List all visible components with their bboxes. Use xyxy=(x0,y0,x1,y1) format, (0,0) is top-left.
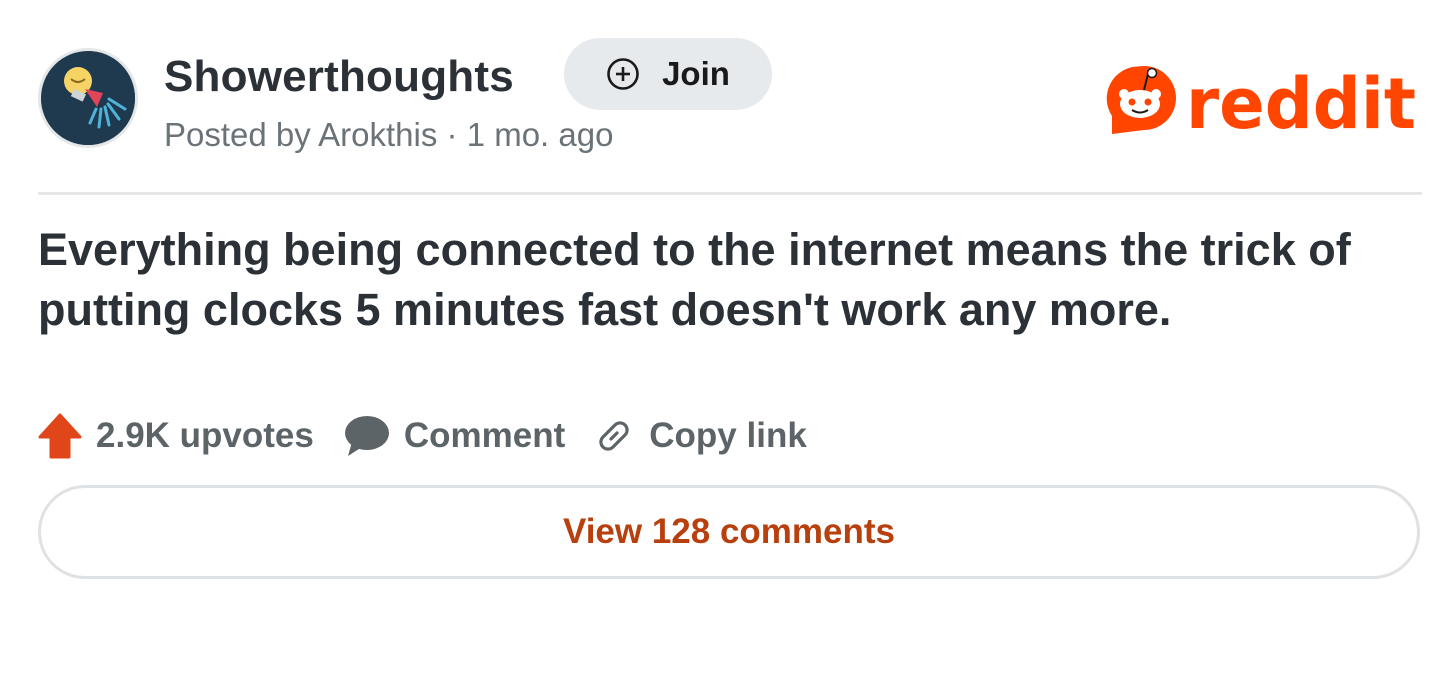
lightbulb-shower-icon xyxy=(41,51,135,145)
post-header: Showerthoughts Join Posted by Arokthis ·… xyxy=(38,38,1422,154)
join-label: Join xyxy=(662,55,730,92)
subreddit-avatar[interactable] xyxy=(38,48,138,148)
link-icon xyxy=(599,421,629,451)
reddit-wordmark: reddit xyxy=(1186,63,1416,138)
header-divider xyxy=(38,192,1422,195)
speech-bubble-icon xyxy=(344,416,389,456)
copy-link-label: Copy link xyxy=(649,416,807,455)
snoo-icon xyxy=(1106,66,1176,134)
subreddit-name[interactable]: Showerthoughts xyxy=(164,52,514,102)
post-title[interactable]: Everything being connected to the intern… xyxy=(38,220,1428,340)
upvote-count: 2.9K upvotes xyxy=(96,416,314,455)
meta-separator: · xyxy=(446,116,458,153)
comment-button[interactable]: Comment xyxy=(342,414,565,458)
join-button[interactable]: Join xyxy=(564,38,772,110)
reddit-logo[interactable]: reddit xyxy=(1104,60,1422,138)
posted-prefix: Posted by xyxy=(164,116,311,153)
upvote-arrow-icon xyxy=(38,413,82,459)
post-age: 1 mo. ago xyxy=(466,116,614,153)
post-meta: Posted by Arokthis · 1 mo. ago xyxy=(164,116,613,154)
view-comments-button[interactable]: View 128 comments xyxy=(38,485,1420,579)
plus-circle-icon xyxy=(607,58,639,90)
upvote-button[interactable]: 2.9K upvotes xyxy=(38,413,314,459)
copy-link-button[interactable]: Copy link xyxy=(593,415,807,457)
author-link[interactable]: Arokthis xyxy=(318,116,437,153)
view-comments-label: View 128 comments xyxy=(562,512,896,551)
post-actions: 2.9K upvotes Comment Copy link xyxy=(38,408,835,464)
comment-label: Comment xyxy=(403,416,566,455)
